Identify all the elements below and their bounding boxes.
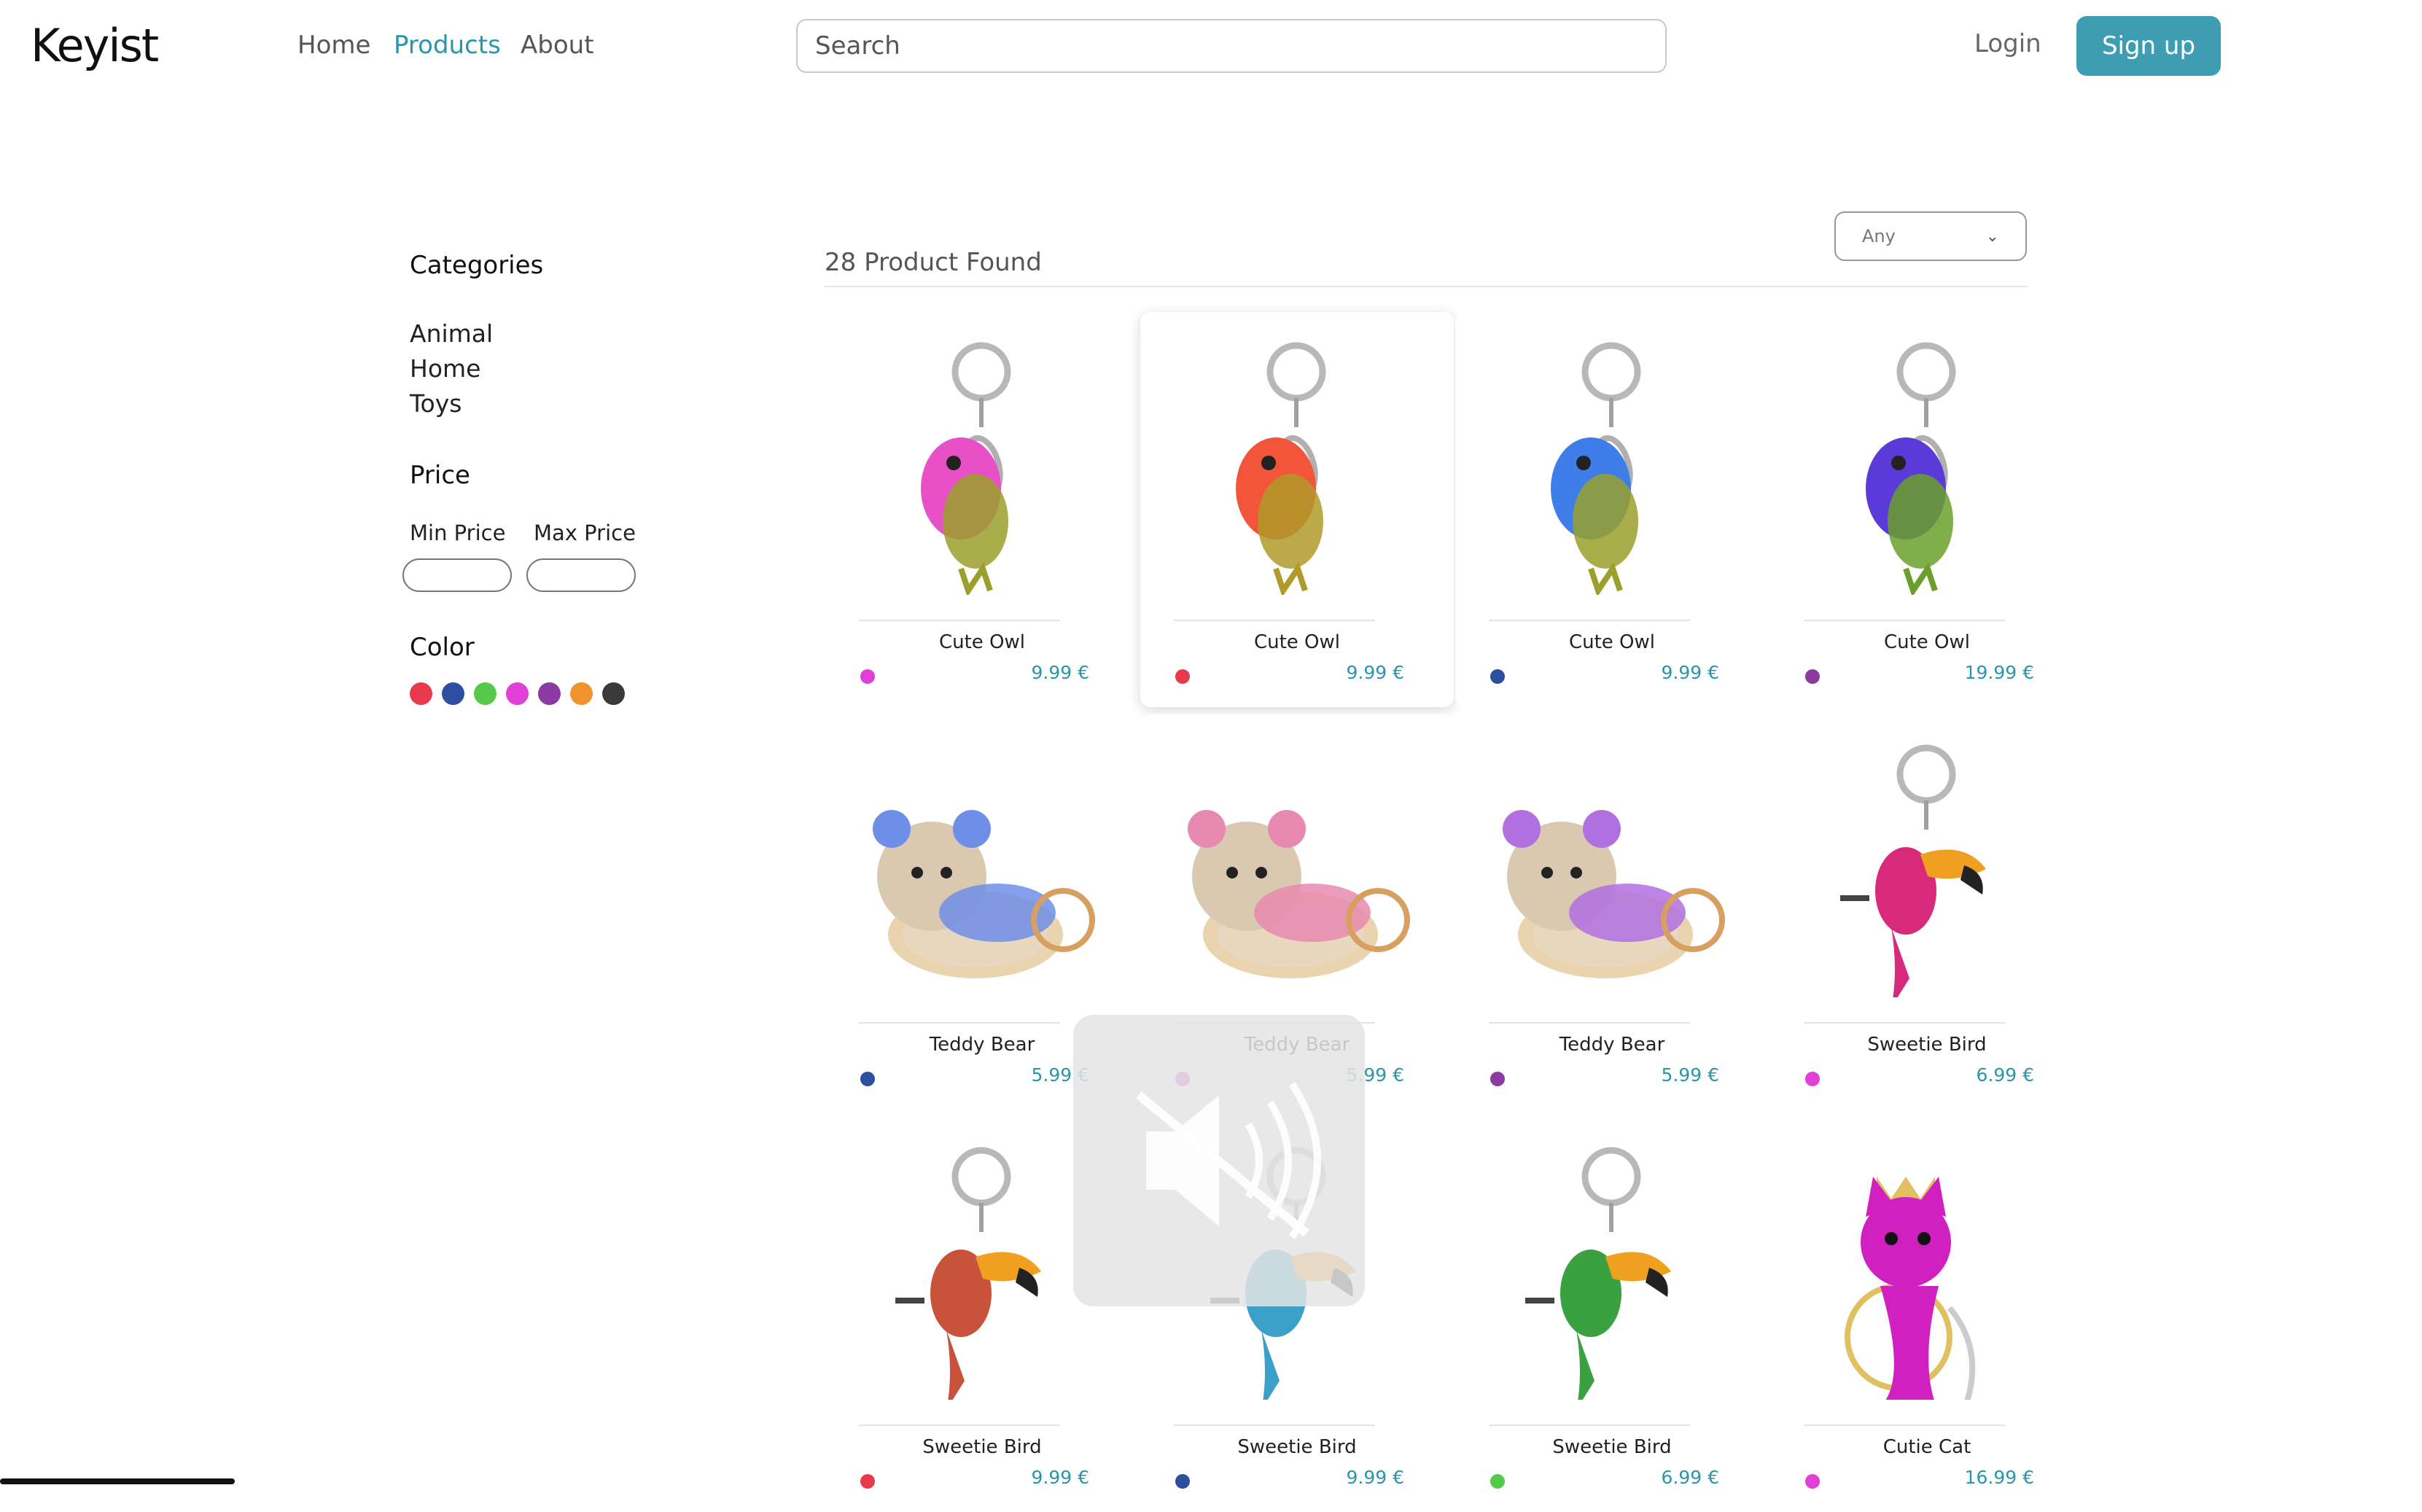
- product-price: 16.99 €: [1964, 1467, 2034, 1488]
- product-image[interactable]: [1481, 335, 1741, 598]
- product-image[interactable]: [1481, 738, 1741, 997]
- product-color-dot: [1805, 669, 1820, 684]
- color-swatch[interactable]: [442, 682, 464, 705]
- product-image[interactable]: [852, 738, 1111, 997]
- nav-home[interactable]: Home: [297, 31, 370, 60]
- card-divider: [859, 1022, 1060, 1024]
- search-input[interactable]: [796, 19, 1667, 73]
- product-price: 9.99 €: [1661, 662, 1719, 683]
- price-heading: Price: [410, 461, 470, 490]
- product-image[interactable]: [1167, 738, 1426, 997]
- product-color-dot: [1805, 1072, 1820, 1086]
- product-price: 9.99 €: [1346, 1467, 1404, 1488]
- product-color-dot: [1490, 1474, 1505, 1489]
- color-swatch[interactable]: [506, 682, 529, 705]
- product-price: 9.99 €: [1031, 1467, 1089, 1488]
- logo[interactable]: Keyist: [31, 19, 159, 72]
- product-price: 19.99 €: [1964, 662, 2034, 683]
- sort-select[interactable]: Any ⌄: [1834, 211, 2027, 261]
- product-color-dot: [860, 669, 875, 684]
- color-swatch[interactable]: [474, 682, 497, 705]
- category-home[interactable]: Home: [410, 354, 480, 383]
- product-card[interactable]: Sweetie Bird 6.99 €: [1770, 714, 2084, 1110]
- product-image[interactable]: [1796, 738, 2056, 1008]
- card-divider: [859, 1425, 1060, 1426]
- product-color-dot: [1490, 669, 1505, 684]
- product-color-dot: [1175, 1474, 1190, 1489]
- color-heading: Color: [410, 633, 475, 662]
- product-name[interactable]: Sweetie Bird: [825, 1436, 1139, 1458]
- product-name[interactable]: Cute Owl: [1455, 631, 1769, 653]
- product-card[interactable]: Sweetie Bird 6.99 €: [1455, 1117, 1769, 1512]
- color-swatch[interactable]: [538, 682, 561, 705]
- product-price: 9.99 €: [1031, 662, 1089, 683]
- results-divider: [825, 286, 2028, 287]
- card-divider: [1489, 1425, 1690, 1426]
- product-color-dot: [1805, 1474, 1820, 1489]
- card-divider: [1489, 1022, 1690, 1024]
- nav-about[interactable]: About: [521, 31, 594, 60]
- product-price: 5.99 €: [1661, 1064, 1719, 1086]
- card-divider: [1804, 1022, 2005, 1024]
- product-card[interactable]: Cute Owl 19.99 €: [1770, 312, 2084, 707]
- product-name[interactable]: Cute Owl: [1140, 631, 1454, 653]
- product-card[interactable]: Cutie Cat 16.99 €: [1770, 1117, 2084, 1512]
- card-divider: [1804, 620, 2005, 621]
- product-image[interactable]: [1481, 1140, 1741, 1410]
- muted-speaker-icon: [1136, 1082, 1321, 1239]
- sort-value: Any: [1862, 226, 1896, 246]
- signup-button[interactable]: Sign up: [2076, 16, 2221, 76]
- product-price: 6.99 €: [1661, 1467, 1719, 1488]
- mute-overlay[interactable]: [1073, 1015, 1365, 1306]
- product-color-dot: [1490, 1072, 1505, 1086]
- product-name[interactable]: Sweetie Bird: [1140, 1436, 1454, 1458]
- product-color-dot: [1175, 669, 1190, 684]
- product-card[interactable]: Cute Owl 9.99 €: [1455, 312, 1769, 707]
- color-swatch[interactable]: [602, 682, 625, 705]
- product-name[interactable]: Teddy Bear: [1455, 1034, 1769, 1056]
- product-count: 28 Product Found: [825, 248, 1042, 277]
- product-card[interactable]: Cute Owl 9.99 €: [825, 312, 1139, 707]
- min-price-input[interactable]: [402, 558, 512, 592]
- product-name[interactable]: Sweetie Bird: [1455, 1436, 1769, 1458]
- max-price-label: Max Price: [534, 521, 636, 545]
- login-link[interactable]: Login: [1974, 29, 2041, 58]
- color-swatch[interactable]: [410, 682, 432, 705]
- category-toys[interactable]: Toys: [410, 389, 462, 418]
- card-divider: [1804, 1425, 2005, 1426]
- card-divider: [1174, 620, 1375, 621]
- product-price: 9.99 €: [1346, 662, 1404, 683]
- product-image[interactable]: [1167, 335, 1426, 598]
- product-card[interactable]: Teddy Bear 5.99 €: [1455, 714, 1769, 1110]
- product-color-dot: [860, 1072, 875, 1086]
- product-image[interactable]: [852, 335, 1111, 598]
- card-divider: [859, 620, 1060, 621]
- product-image[interactable]: [1796, 1140, 2056, 1411]
- product-name[interactable]: Cutie Cat: [1770, 1436, 2084, 1458]
- product-image[interactable]: [852, 1140, 1111, 1410]
- min-price-label: Min Price: [410, 521, 506, 545]
- category-animal[interactable]: Animal: [410, 319, 493, 348]
- nav-products[interactable]: Products: [394, 31, 501, 60]
- product-name[interactable]: Cute Owl: [825, 631, 1139, 653]
- card-divider: [1174, 1425, 1375, 1426]
- product-image[interactable]: [1796, 335, 2056, 598]
- product-color-dot: [860, 1474, 875, 1489]
- product-card[interactable]: Cute Owl 9.99 €: [1140, 312, 1454, 707]
- chevron-down-icon: ⌄: [1985, 227, 1999, 246]
- categories-heading: Categories: [410, 251, 544, 280]
- color-swatch[interactable]: [570, 682, 593, 705]
- max-price-input[interactable]: [526, 558, 636, 592]
- product-name[interactable]: Sweetie Bird: [1770, 1034, 2084, 1056]
- bottom-scroll-bar: [0, 1478, 235, 1484]
- product-price: 6.99 €: [1976, 1064, 2034, 1086]
- card-divider: [1489, 620, 1690, 621]
- product-name[interactable]: Cute Owl: [1770, 631, 2084, 653]
